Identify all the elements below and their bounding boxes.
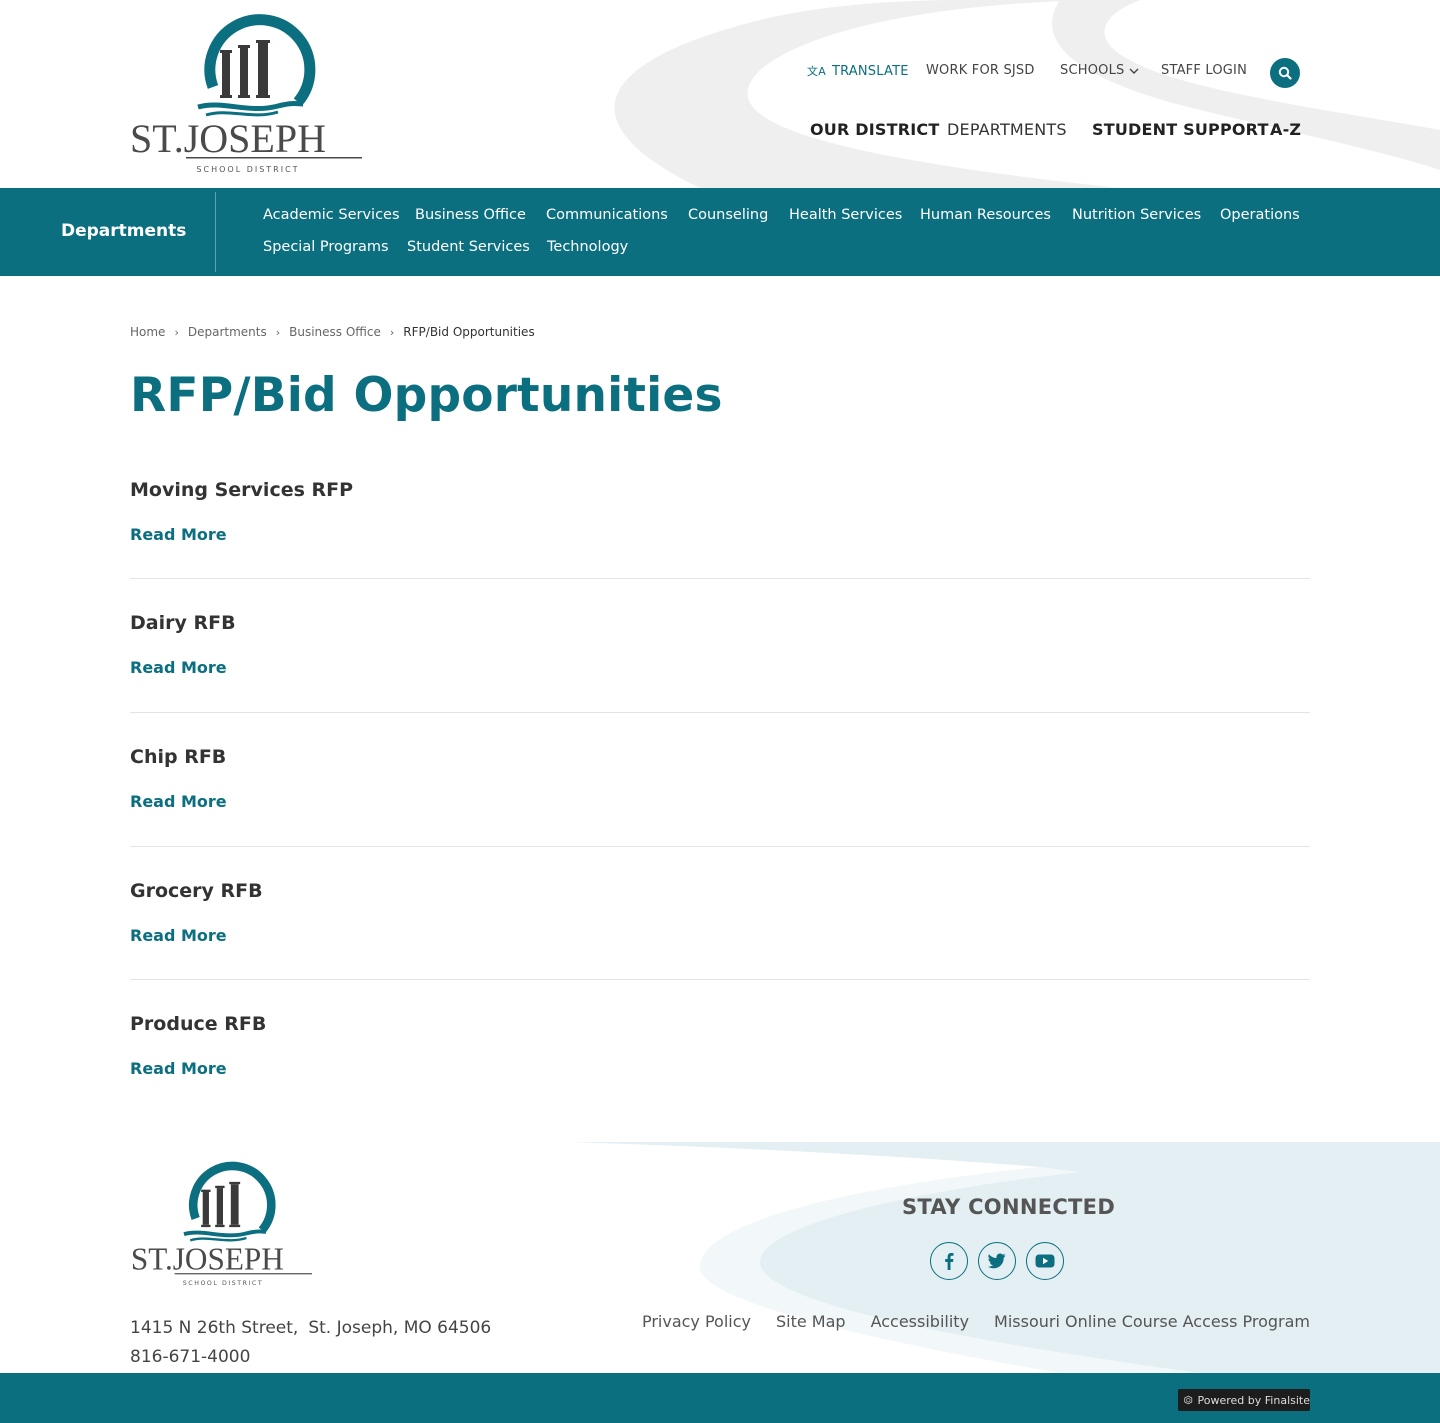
nav-a-z[interactable]: A-Z	[1270, 120, 1301, 139]
chevron-down-icon	[1129, 68, 1139, 74]
finalsite-icon	[1184, 1395, 1193, 1405]
departments-subnav: Departments Academic Services Business O…	[0, 188, 1440, 276]
rfp-item: Dairy RFB Read More	[130, 612, 1310, 746]
missouri-course-access-link[interactable]: Missouri Online Course Access Program	[994, 1312, 1310, 1331]
address-street: 1415 N 26th Street,	[130, 1318, 299, 1338]
dept-link-operations[interactable]: Operations	[1220, 207, 1300, 223]
youtube-icon	[1035, 1254, 1055, 1268]
nav-departments[interactable]: DEPARTMENTS	[947, 120, 1067, 139]
dept-link-health-services[interactable]: Health Services	[789, 207, 902, 223]
facebook-link[interactable]	[930, 1242, 968, 1280]
translate-label: TRANSLATE	[831, 63, 909, 79]
main-nav: OUR DISTRICT DEPARTMENTS STUDENT SUPPORT…	[0, 120, 1440, 142]
dept-link-counseling[interactable]: Counseling	[688, 207, 768, 223]
breadcrumb-home[interactable]: Home	[130, 325, 165, 339]
chevron-right-icon: ›	[275, 325, 281, 339]
read-more-link[interactable]: Read More	[130, 926, 227, 945]
dept-link-technology[interactable]: Technology	[547, 239, 628, 255]
rfp-item-title[interactable]: Produce RFB	[130, 1013, 266, 1035]
read-more-link[interactable]: Read More	[130, 792, 227, 811]
youtube-link[interactable]	[1026, 1242, 1064, 1280]
footer-bottom-bar: Powered by Finalsite	[0, 1373, 1440, 1423]
dept-link-nutrition-services[interactable]: Nutrition Services	[1072, 207, 1201, 223]
nav-student-support[interactable]: STUDENT SUPPORT	[1092, 120, 1269, 139]
breadcrumb-business-office[interactable]: Business Office	[289, 325, 381, 339]
accessibility-link[interactable]: Accessibility	[871, 1312, 969, 1331]
read-more-link[interactable]: Read More	[130, 525, 227, 544]
rfp-item-title[interactable]: Grocery RFB	[130, 880, 263, 902]
logo-columns-icon: ST.JOSEPH SCHOOL DISTRICT	[131, 1161, 312, 1287]
facebook-icon	[945, 1253, 954, 1270]
translate-link[interactable]: 文A TRANSLATE	[807, 63, 909, 79]
breadcrumb-departments[interactable]: Departments	[188, 325, 267, 339]
twitter-link[interactable]	[978, 1242, 1016, 1280]
item-divider	[130, 979, 1310, 980]
dept-link-student-services[interactable]: Student Services	[407, 239, 530, 255]
staff-login-link[interactable]: STAFF LOGIN	[1161, 63, 1247, 78]
chevron-right-icon: ›	[389, 325, 395, 339]
dept-link-communications[interactable]: Communications	[546, 207, 668, 223]
read-more-link[interactable]: Read More	[130, 1059, 227, 1078]
site-map-link[interactable]: Site Map	[776, 1312, 846, 1331]
district-address: 1415 N 26th Street, St. Joseph, MO 64506	[130, 1318, 491, 1338]
site-header: ST.JOSEPH SCHOOL DISTRICT 文A TRANSLATE W…	[0, 0, 1440, 188]
privacy-policy-link[interactable]: Privacy Policy	[642, 1312, 751, 1331]
rfp-item-title[interactable]: Chip RFB	[130, 746, 226, 768]
footer-logo-wordmark: ST.JOSEPH	[131, 1241, 284, 1276]
chevron-right-icon: ›	[174, 325, 179, 339]
site-footer: ST.JOSEPH SCHOOL DISTRICT 1415 N 26th St…	[0, 1142, 1440, 1373]
page-title: RFP/Bid Opportunities	[130, 368, 723, 423]
nav-our-district[interactable]: OUR DISTRICT	[810, 120, 940, 139]
rfp-item: Chip RFB Read More	[130, 746, 1310, 880]
logo-subtitle: SCHOOL DISTRICT	[196, 165, 299, 174]
rfp-item-title[interactable]: Moving Services RFP	[130, 479, 353, 501]
departments-heading: Departments	[61, 221, 187, 241]
work-for-sjsd-link[interactable]: WORK FOR SJSD	[926, 63, 1035, 78]
footer-logo-subtitle: SCHOOL DISTRICT	[183, 1280, 263, 1287]
subnav-divider	[215, 192, 216, 272]
dept-link-business-office[interactable]: Business Office	[415, 207, 526, 223]
item-divider	[130, 712, 1310, 713]
search-icon	[1278, 66, 1292, 80]
rfp-item: Moving Services RFP Read More	[130, 479, 1310, 613]
breadcrumb: Home › Departments › Business Office › R…	[130, 325, 535, 339]
logo-columns-icon: ST.JOSEPH SCHOOL DISTRICT	[130, 14, 362, 174]
dept-link-academic-services[interactable]: Academic Services	[263, 207, 400, 223]
item-divider	[130, 578, 1310, 579]
read-more-link[interactable]: Read More	[130, 658, 227, 677]
powered-by-label: Powered by Finalsite	[1197, 1393, 1310, 1407]
dept-link-human-resources[interactable]: Human Resources	[920, 207, 1051, 223]
rfp-item: Produce RFB Read More	[130, 1013, 1310, 1147]
powered-by-finalsite-badge[interactable]: Powered by Finalsite	[1178, 1389, 1310, 1411]
search-button[interactable]	[1270, 58, 1300, 88]
district-phone[interactable]: 816-671-4000	[130, 1347, 250, 1367]
dept-link-special-programs[interactable]: Special Programs	[263, 239, 389, 255]
rfp-item-title[interactable]: Dairy RFB	[130, 612, 236, 634]
address-city: St. Joseph, MO 64506	[308, 1318, 492, 1338]
footer-logo[interactable]: ST.JOSEPH SCHOOL DISTRICT	[128, 1160, 318, 1288]
item-divider	[130, 846, 1310, 847]
stay-connected-heading: STAY CONNECTED	[902, 1195, 1116, 1219]
schools-dropdown[interactable]: SCHOOLS	[1060, 63, 1139, 78]
twitter-icon	[988, 1253, 1006, 1269]
schools-label: SCHOOLS	[1060, 63, 1125, 78]
breadcrumb-current: RFP/Bid Opportunities	[403, 325, 535, 339]
rfp-item: Grocery RFB Read More	[130, 880, 1310, 1014]
footer-links: Privacy Policy Site Map Accessibility Mi…	[642, 1312, 1310, 1331]
translate-icon: 文A	[807, 65, 826, 78]
site-logo[interactable]: ST.JOSEPH SCHOOL DISTRICT	[128, 12, 368, 176]
